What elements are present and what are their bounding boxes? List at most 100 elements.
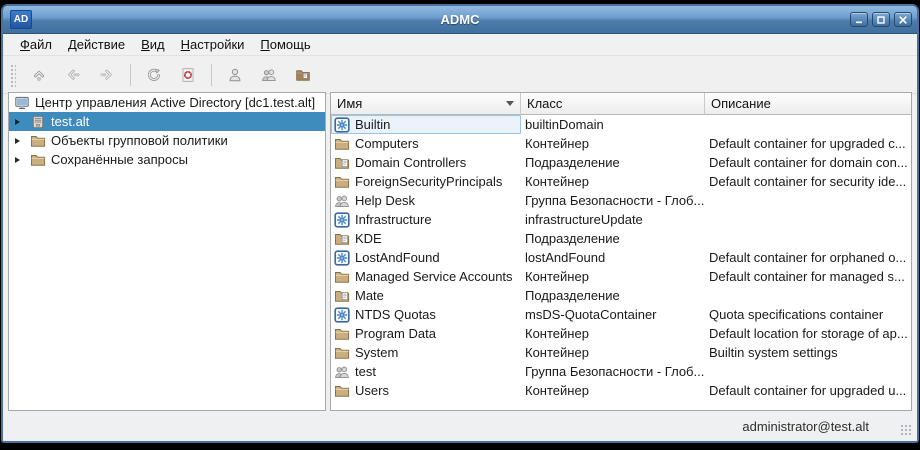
- cell-name: Help Desk: [331, 191, 521, 210]
- table-row[interactable]: Mate Подразделение: [331, 286, 911, 305]
- table-row[interactable]: Infrastructure infrastructureUpdate: [331, 210, 911, 229]
- table-row[interactable]: Builtin builtinDomain: [331, 115, 911, 134]
- navigate-back-button[interactable]: [58, 60, 88, 90]
- folder-icon: [334, 136, 350, 152]
- table-row[interactable]: System Контейнер Builtin system settings: [331, 343, 911, 362]
- expander-icon[interactable]: [9, 156, 25, 163]
- table-row[interactable]: Program Data Контейнер Default location fo…: [331, 324, 911, 343]
- admc-window: AD ADMC Файл Действие Вид Настройки Помощь Ц…: [1, 4, 919, 443]
- folder-icon: [334, 269, 350, 285]
- menu-item-help[interactable]: Помощь: [253, 35, 317, 54]
- cell-class: Контейнер: [525, 174, 589, 189]
- forward-arrow-icon: [99, 67, 115, 83]
- cell-description: Default container for managed s...: [709, 269, 905, 284]
- object-name: Users: [355, 383, 389, 398]
- cell-class: Контейнер: [525, 383, 589, 398]
- table-row[interactable]: test Группа Безопасности - Глоб...: [331, 362, 911, 381]
- cell-name: Mate: [331, 286, 521, 305]
- cell-name: Computers: [331, 134, 521, 153]
- menu-item-file[interactable]: Файл: [13, 35, 59, 54]
- folder-icon: [30, 133, 46, 149]
- create-user-button[interactable]: [220, 60, 250, 90]
- expander-icon[interactable]: [9, 137, 25, 144]
- cell-class: Контейнер: [525, 345, 589, 360]
- column-header-label: Описание: [711, 96, 771, 111]
- cell-name: Managed Service Accounts: [331, 267, 521, 286]
- minimize-button[interactable]: [850, 12, 868, 27]
- cell-description: Default container for domain con...: [709, 155, 908, 170]
- table-row[interactable]: Managed Service Accounts Контейнер Default…: [331, 267, 911, 286]
- tree-item[interactable]: Объекты групповой политики: [9, 131, 325, 150]
- navigate-forward-button[interactable]: [92, 60, 122, 90]
- object-name: Mate: [355, 288, 384, 303]
- cell-description: [705, 286, 911, 305]
- cell-class: Подразделение: [525, 231, 620, 246]
- special-icon: [334, 116, 350, 133]
- tree-item[interactable]: Сохранённые запросы: [9, 150, 325, 169]
- column-header-description[interactable]: Описание: [705, 93, 911, 114]
- close-button[interactable]: [894, 12, 912, 27]
- folder-icon: [334, 174, 350, 190]
- resize-grip-icon[interactable]: [900, 424, 912, 436]
- column-header-class[interactable]: Класс: [521, 93, 705, 114]
- users-icon: [261, 67, 277, 83]
- create-group-button[interactable]: [254, 60, 284, 90]
- toolbar-separator: [211, 63, 212, 86]
- tree-items: test.alt Объекты групповой политики Сохран…: [9, 112, 325, 169]
- special-icon: [334, 211, 350, 228]
- column-header-label: Класс: [527, 96, 563, 111]
- cell-description: Default container for orphaned o...: [709, 250, 907, 265]
- maximize-icon: [876, 15, 886, 25]
- column-header-label: Имя: [337, 96, 363, 111]
- cell-name: KDE: [331, 229, 521, 248]
- cell-description: [705, 362, 911, 381]
- cell-class: infrastructureUpdate: [525, 212, 643, 227]
- object-name: NTDS Quotas: [355, 307, 436, 322]
- table-row[interactable]: NTDS Quotas msDS-QuotaContainer Quota spec…: [331, 305, 911, 324]
- ou-icon: [334, 231, 350, 247]
- menu-item-settings[interactable]: Настройки: [174, 35, 252, 54]
- folder-icon: [334, 345, 350, 361]
- maximize-button[interactable]: [872, 12, 890, 27]
- cell-class: builtinDomain: [525, 117, 604, 132]
- table-row[interactable]: Users Контейнер Default container for upgr…: [331, 381, 911, 400]
- cell-description: [705, 210, 911, 229]
- close-icon: [898, 15, 908, 25]
- domain-icon: [30, 114, 46, 130]
- results-table-panel: Имя Класс Описание Builtin builtinDomain Com…: [330, 92, 912, 411]
- create-ou-button[interactable]: [288, 60, 318, 90]
- tree-root-item[interactable]: Центр управления Active Directory [dc1.t…: [9, 93, 325, 112]
- object-name: Help Desk: [355, 193, 415, 208]
- tree-item[interactable]: test.alt: [9, 112, 325, 131]
- query-button[interactable]: [173, 60, 203, 90]
- cell-name: Program Data: [331, 324, 521, 343]
- object-name: Builtin: [355, 117, 391, 132]
- menu-item-action[interactable]: Действие: [61, 35, 132, 54]
- table-row[interactable]: Help Desk Группа Безопасности - Глоб...: [331, 191, 911, 210]
- title-bar[interactable]: AD ADMC: [3, 6, 917, 34]
- table-header: Имя Класс Описание: [331, 93, 911, 115]
- cell-description: Default container for upgraded u...: [709, 383, 907, 398]
- object-name: KDE: [355, 231, 382, 246]
- cell-name: test: [331, 362, 521, 381]
- table-row[interactable]: KDE Подразделение: [331, 229, 911, 248]
- expander-icon[interactable]: [9, 118, 25, 125]
- window-controls: [850, 12, 912, 27]
- cell-name: Users: [331, 381, 521, 400]
- cell-name: Builtin: [331, 115, 521, 134]
- column-header-name[interactable]: Имя: [331, 93, 521, 114]
- toolbar-separator: [130, 63, 131, 86]
- cell-description: [705, 229, 911, 248]
- cell-name: System: [331, 343, 521, 362]
- navigate-up-button[interactable]: [24, 60, 54, 90]
- table-row[interactable]: Computers Контейнер Default container for …: [331, 134, 911, 153]
- object-name: ForeignSecurityPrincipals: [355, 174, 503, 189]
- table-row[interactable]: Domain Controllers Подразделение Default c…: [331, 153, 911, 172]
- cell-class: Подразделение: [525, 155, 620, 170]
- ou-icon: [334, 155, 350, 171]
- table-row[interactable]: ForeignSecurityPrincipals Контейнер Defaul…: [331, 172, 911, 191]
- refresh-button[interactable]: [139, 60, 169, 90]
- menu-item-view[interactable]: Вид: [134, 35, 172, 54]
- toolbar-grip[interactable]: [9, 62, 16, 87]
- table-row[interactable]: LostAndFound lostAndFound Default containe…: [331, 248, 911, 267]
